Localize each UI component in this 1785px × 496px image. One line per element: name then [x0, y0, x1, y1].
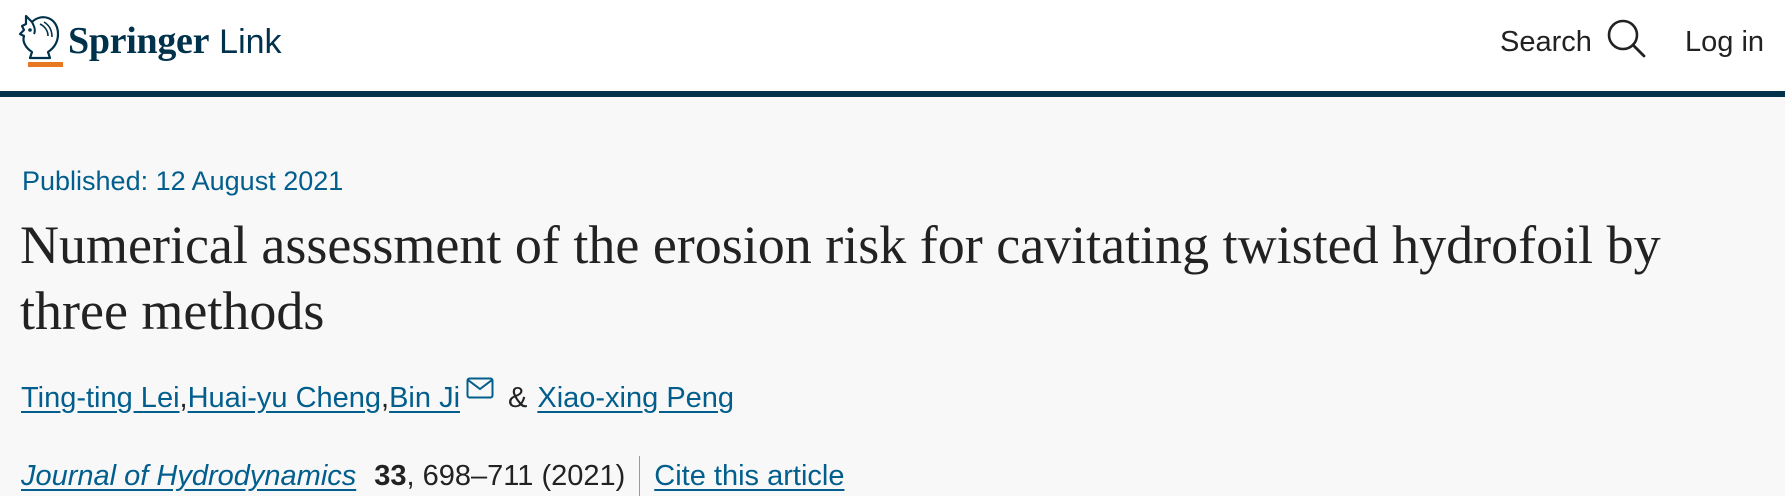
search-button[interactable]: Search: [1500, 18, 1646, 66]
search-label: Search: [1500, 25, 1592, 58]
author-list: Ting-ting Lei , Huai-yu Cheng , Bin Ji &…: [21, 377, 734, 415]
author-separator: ,: [381, 382, 390, 414]
published-date: Published: 12 August 2021: [22, 166, 344, 196]
volume-number: 33: [374, 459, 407, 492]
article-title: Numerical assessment of the erosion risk…: [20, 215, 1661, 341]
logo-wordmark: Springer Link: [68, 22, 282, 60]
springer-link-logo[interactable]: Springer Link: [18, 12, 282, 70]
author-link[interactable]: Bin Ji: [389, 382, 460, 415]
logo-link-text: Link: [219, 23, 282, 61]
pages-year: , 698–711 (2021): [406, 459, 626, 492]
springer-horse-logo-icon: [18, 12, 64, 70]
author-separator: ,: [179, 382, 188, 414]
author-link[interactable]: Huai-yu Cheng: [188, 382, 381, 415]
citation-line: Journal of Hydrodynamics 33 , 698–711 (2…: [21, 456, 844, 496]
divider: [639, 456, 641, 496]
cite-article-link[interactable]: Cite this article: [654, 460, 844, 493]
logo-orange-bar: [28, 62, 63, 67]
site-header: Springer Link Search Log in: [0, 0, 1785, 97]
journal-link[interactable]: Journal of Hydrodynamics: [21, 460, 356, 493]
author-ampersand: &: [508, 382, 528, 414]
logo-springer-text: Springer: [68, 20, 210, 62]
author-link[interactable]: Ting-ting Lei: [21, 382, 180, 415]
login-button[interactable]: Log in: [1685, 20, 1764, 64]
email-icon[interactable]: [466, 374, 494, 407]
search-icon: [1606, 18, 1646, 66]
author-link[interactable]: Xiao-xing Peng: [537, 382, 734, 415]
